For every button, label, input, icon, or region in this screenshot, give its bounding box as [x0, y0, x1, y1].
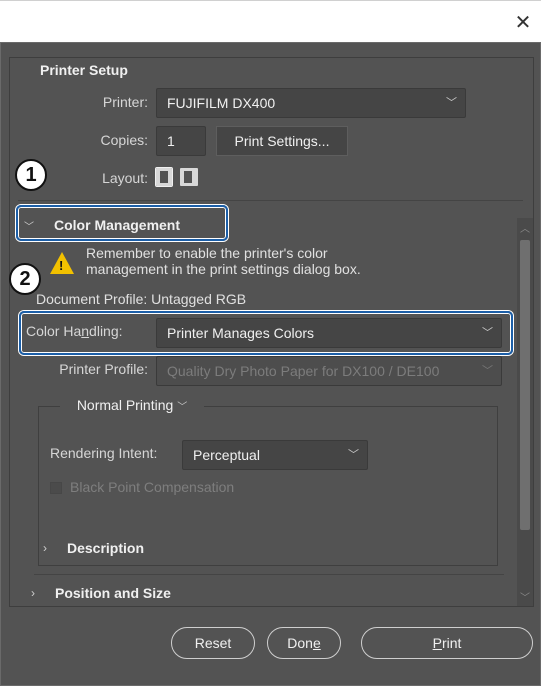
- rendering-intent-label: Rendering Intent:: [50, 445, 158, 461]
- printer-setup-title: Printer Setup: [40, 62, 128, 78]
- scroll-down-icon[interactable]: ﹀: [517, 589, 533, 604]
- printer-label: Printer:: [102, 94, 148, 110]
- printer-value: FUJIFILM DX400: [167, 95, 276, 111]
- copies-input[interactable]: 1: [156, 126, 206, 156]
- layout-label: Layout:: [102, 170, 148, 186]
- callout-box-color-handling: [19, 311, 513, 355]
- rendering-intent-value: Perceptual: [193, 447, 260, 463]
- copies-label: Copies:: [100, 132, 148, 148]
- black-point-label: Black Point Compensation: [70, 479, 235, 495]
- normal-printing-dropdown[interactable]: Normal Printing ﹀: [60, 392, 204, 420]
- scrollbar[interactable]: ︿ ﹀: [517, 218, 533, 606]
- chevron-down-icon: ﹀: [446, 97, 457, 109]
- chevron-right-icon: ›: [43, 541, 47, 555]
- printer-select[interactable]: FUJIFILM DX400 ﹀: [156, 88, 466, 118]
- reset-button[interactable]: Reset: [171, 627, 255, 659]
- chevron-down-icon: ﹀: [177, 402, 188, 413]
- printer-profile-value: Quality Dry Photo Paper for DX100 / DE10…: [167, 363, 440, 379]
- scroll-thumb[interactable]: [520, 240, 530, 530]
- portrait-layout-icon[interactable]: [155, 167, 173, 187]
- landscape-layout-icon[interactable]: [180, 168, 198, 186]
- title-bar: ✕: [0, 0, 541, 42]
- printer-profile-select[interactable]: Quality Dry Photo Paper for DX100 / DE10…: [156, 356, 502, 386]
- document-profile: Document Profile: Untagged RGB: [36, 291, 247, 307]
- rendering-intent-select[interactable]: Perceptual ﹀: [182, 440, 368, 470]
- chevron-down-icon: ﹀: [348, 449, 359, 461]
- copies-value: 1: [167, 133, 175, 149]
- print-button[interactable]: Print: [361, 627, 533, 659]
- description-section[interactable]: Description: [67, 540, 144, 556]
- close-icon[interactable]: ✕: [513, 13, 533, 33]
- callout-box-color-management: [16, 205, 228, 241]
- print-dialog: Printer Setup Printer: FUJIFILM DX400 ﹀ …: [0, 42, 541, 686]
- chevron-right-icon: ›: [31, 586, 35, 600]
- done-button[interactable]: Done: [267, 627, 341, 659]
- chevron-down-icon: ﹀: [482, 365, 493, 377]
- scroll-up-icon[interactable]: ︿: [517, 220, 533, 235]
- callout-badge-2: 2: [9, 263, 41, 295]
- printer-profile-label: Printer Profile:: [59, 361, 148, 377]
- position-size-section[interactable]: Position and Size: [55, 585, 171, 601]
- warning-text: Remember to enable the printer's color m…: [86, 245, 361, 277]
- callout-badge-1: 1: [15, 159, 47, 191]
- print-settings-button[interactable]: Print Settings...: [216, 126, 348, 156]
- black-point-checkbox[interactable]: [50, 482, 62, 494]
